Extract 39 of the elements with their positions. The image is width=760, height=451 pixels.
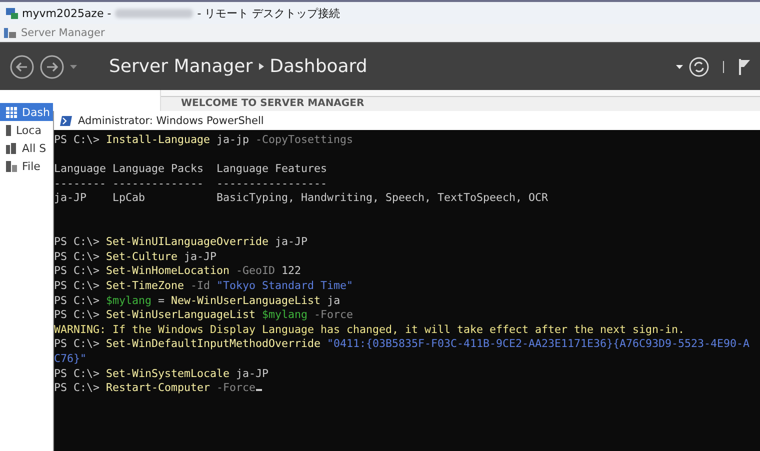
breadcrumb-item: Server Manager [109,56,253,77]
remote-desktop-icon [6,7,18,19]
back-icon[interactable] [10,54,34,78]
sidebar-item[interactable]: Dash [0,103,53,121]
console-line: PS C:\> Set-WinHomeLocation -GeoID 122 [54,264,302,279]
server-manager-icon [4,28,16,38]
server-icon [6,124,11,136]
separator-icon [258,63,264,70]
console-line: Language Language Packs Language Features [54,162,328,177]
servers-icon [6,142,17,154]
grid-icon [6,106,17,118]
welcome-heading: WELCOME TO SERVER MANAGER [180,97,364,109]
console-line: PS C:\> Install-Language ja-jp -CopyTosettings [54,133,354,148]
console-line: -------- -------------- ----------------- [54,176,328,192]
console-line: C76}" [54,352,88,366]
refresh-icon[interactable] [689,56,709,76]
console-line: ja-JP LpCab BasicTyping, Handwriting, Speech, TextToSpeech, OCR [54,191,550,206]
powershell-icon [60,116,72,126]
file-server-icon [6,160,17,172]
sidebar-item[interactable]: File [0,157,53,175]
flag-icon[interactable] [738,58,750,74]
sidebar-item[interactable]: All S [0,139,53,157]
console-line: PS C:\> Set-WinUILanguageOverride ja-JP [54,235,309,250]
console-line: PS C:\> Set-WinSystemLocale ja-JP [54,366,270,382]
forward-icon[interactable] [40,54,64,78]
app-title: Server Manager [21,27,105,39]
window-title-suffix: - リモート デスクトップ接続 [197,6,340,20]
console-line: PS C:\> Restart-Computer -Force [54,381,760,396]
console-line: PS C:\> Set-TimeZone -Id "Tokyo Standard Time" [54,278,354,294]
caret-icon[interactable] [676,64,683,68]
powershell-title: Administrator: Windows PowerShell [78,114,264,126]
console-line: PS C:\> Set-WinUserLanguageList $mylang -Force [54,308,354,323]
console-line: PS C:\> Set-Culture ja-JP [54,250,218,264]
console-line: PS C:\> Set-WinDefaultInputMethodOverride "0411:{03B5835F-F03C-411B-9CE2-AA23E1171E36}{A76C93D9-5523-4E90-A [54,337,751,352]
window-title: myvm2025aze - [22,6,112,20]
console-line: WARNING: If the Windows Display Language has changed, it will take effect after the next sign-in. [54,322,686,338]
breadcrumb-item: Dashboard [270,56,368,77]
sidebar-item[interactable]: Loca [0,121,53,139]
console-line: PS C:\> $mylang = New-WinUserLanguageList ja [54,294,342,308]
